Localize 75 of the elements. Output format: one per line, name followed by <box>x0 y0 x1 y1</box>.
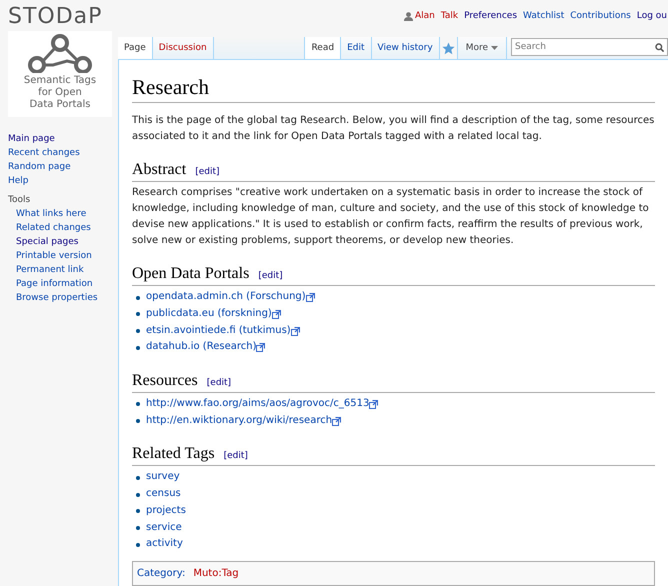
section-paragraph: Research comprises "creative work undertaken on a systematic basis in order to increase the stock of knowledge, including knowledge of man, culture and society, and the use of this stock of knowledge to devise new applications." It is used to establish or confirm facts, reaffirm the results of previous work, solve new or existing problems, support theorems, or develop new theories. <box>132 186 650 248</box>
bullet-icon <box>136 419 140 424</box>
sidebar-heading: Tools <box>8 194 30 207</box>
sidebar-link[interactable]: Recent changes <box>8 146 80 160</box>
edit-section-link[interactable]: [edit] <box>258 268 283 284</box>
star-icon[interactable] <box>442 42 455 55</box>
sidebar-link[interactable]: Printable version <box>16 249 92 263</box>
page-title: Research <box>132 74 655 104</box>
sidebar-link[interactable]: Help <box>8 174 29 188</box>
bullet-icon <box>136 492 140 497</box>
view-tab[interactable]: Edit <box>340 37 370 60</box>
external-link[interactable]: opendata.admin.ch (Forschung) <box>146 289 315 306</box>
sidebar-link[interactable]: Page information <box>16 277 93 291</box>
tag-link[interactable]: survey <box>146 469 180 486</box>
tag-link[interactable]: service <box>146 520 182 536</box>
section-heading: Related Tags <box>132 444 215 464</box>
bullet-icon <box>136 312 140 316</box>
external-link-icon <box>272 310 281 319</box>
logo-caption: Data Portals <box>29 99 90 111</box>
edit-section-link[interactable]: [edit] <box>224 448 248 464</box>
bullet-icon <box>136 509 140 514</box>
sidebar-link[interactable]: Related changes <box>16 221 91 235</box>
user-link[interactable]: Contributions <box>570 10 631 24</box>
external-link-icon <box>256 343 266 352</box>
namespace-tab[interactable]: Page <box>118 37 153 60</box>
sidebar-link[interactable]: Browse properties <box>16 291 98 305</box>
bullet-icon <box>136 542 140 547</box>
user-icon <box>404 12 413 22</box>
bullet-icon <box>136 402 140 406</box>
tag-link[interactable]: projects <box>146 502 186 520</box>
section-heading: Abstract <box>132 160 186 180</box>
tag-link[interactable]: census <box>146 486 181 503</box>
bullet-icon <box>136 346 140 350</box>
logo-wordmark: STODaP <box>8 4 102 30</box>
view-tab[interactable]: View history <box>370 37 439 60</box>
section-heading: Open Data Portals <box>132 264 250 284</box>
external-link-icon <box>306 293 315 302</box>
search-field[interactable]: Search <box>511 38 668 56</box>
more-menu[interactable]: More <box>456 37 506 60</box>
bullet-icon <box>136 296 140 300</box>
sidebar-link[interactable]: Random page <box>8 160 71 174</box>
sidebar-link[interactable]: Main page <box>8 132 55 146</box>
category-link[interactable]: Muto:Tag <box>193 566 239 582</box>
namespace-tab[interactable]: Discussion <box>152 37 214 60</box>
bullet-icon <box>136 526 140 530</box>
search-icon <box>655 43 664 52</box>
tag-link[interactable]: activity <box>146 536 183 553</box>
bullet-icon <box>136 329 140 334</box>
section-heading: Resources <box>132 371 198 392</box>
external-link[interactable]: datahub.io (Research) <box>146 339 266 356</box>
user-link[interactable]: Alan <box>404 10 435 24</box>
logo-caption: for Open <box>38 87 82 99</box>
caret-icon <box>491 46 498 51</box>
category-label[interactable]: Category: <box>137 566 186 582</box>
external-link-icon <box>332 416 342 426</box>
external-link[interactable]: http://www.fao.org/aims/aos/agrovoc/c_6513 <box>146 396 378 413</box>
user-link[interactable]: Watchlist <box>523 10 564 24</box>
sidebar-link[interactable]: Special pages <box>16 235 78 249</box>
external-link[interactable]: http://en.wiktionary.org/wiki/research <box>146 412 342 430</box>
edit-section-link[interactable]: [edit] <box>195 164 220 180</box>
bullet-icon <box>136 476 140 480</box>
user-link[interactable]: Talk <box>440 10 458 24</box>
external-link[interactable]: etsin.avointiede.fi (tutkimus) <box>146 322 300 340</box>
external-link-icon <box>369 400 378 409</box>
user-link[interactable]: Preferences <box>464 10 518 24</box>
view-tab[interactable]: Read <box>304 37 340 60</box>
logo-caption: Semantic Tags <box>24 75 96 87</box>
user-link[interactable]: Log ou <box>636 10 667 24</box>
sidebar-link[interactable]: What links here <box>16 207 86 221</box>
external-link-icon <box>290 326 300 336</box>
sidebar-link[interactable]: Permanent link <box>16 263 84 277</box>
edit-section-link[interactable]: [edit] <box>206 375 232 392</box>
network-nodes-icon <box>25 33 95 73</box>
external-link[interactable]: publicdata.eu (forskning) <box>146 306 281 323</box>
intro-paragraph: This is the page of the global tag Research. Below, you will find a description of the tag, some resources associated to it and the link for Open Data Portals tagged with a related local tag. <box>132 114 655 144</box>
